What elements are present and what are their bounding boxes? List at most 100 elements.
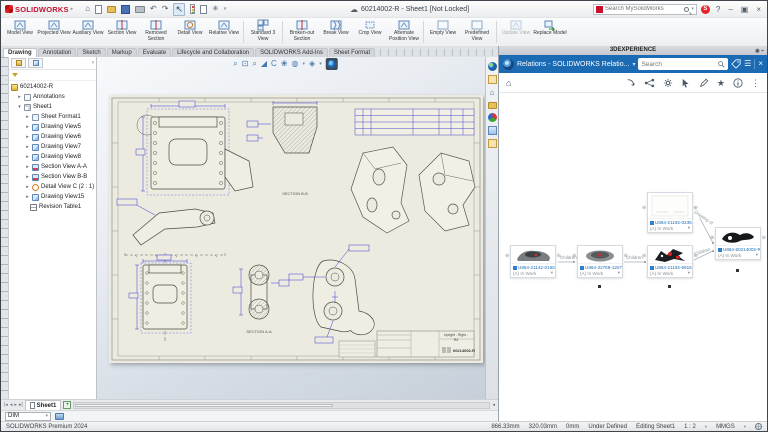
tree-item-annotations[interactable]: ▸Annotations [9,92,96,102]
undo-button[interactable]: ↶ [150,5,157,13]
node-expand-icon[interactable]: ▾ [688,270,690,276]
panel-close-icon[interactable]: × [758,59,763,69]
tree-item-drawing-view6[interactable]: ▸Drawing View6 [9,132,96,142]
relation-node-2[interactable]: ⊕ ⊕ U864-32769-12074 (A) In Work▾ [577,245,623,278]
zoom-to-area-icon[interactable]: ⊡ [242,59,249,69]
propertymanager-tab[interactable] [28,58,43,68]
tree-item-detail-view-c[interactable]: ▸Detail View C (2 : 1) [9,182,96,192]
scrollbar-thumb[interactable] [75,404,332,407]
tree-item-section-view-aa[interactable]: ▸Section View A-A [9,162,96,172]
select-tool-button[interactable]: ↖ [173,3,185,16]
relation-node-3[interactable]: ⊕ ⊕ U864-21192-02356 (A) In Work▾ [647,192,693,233]
display-style-icon[interactable]: ◍ [292,59,299,69]
node-title-row[interactable]: U864-21192-02356 [648,219,692,225]
tab-markup[interactable]: Markup [107,48,137,57]
open-button[interactable] [107,6,116,13]
3ds-compass-icon[interactable] [503,59,514,70]
search-magnifier-icon[interactable] [718,61,725,68]
node-title-row[interactable]: U864-32769-12074 [578,264,622,270]
tab-annotation[interactable]: Annotation [38,48,77,57]
scroll-left-icon[interactable]: ◂ [492,402,495,408]
solidworks-resources-icon[interactable] [488,75,497,84]
options-dropdown-icon[interactable]: ▾ [224,6,227,12]
zoom-to-fit-icon[interactable]: ⌕ [233,59,237,69]
hide-show-items-icon[interactable]: ◈ [309,59,315,69]
replace-model-button[interactable]: Replace Model [533,18,567,46]
3dexperience-tab-icon[interactable] [488,62,497,71]
node-port-left-icon[interactable]: ⊕ [642,205,646,211]
view-palette-icon[interactable] [488,126,497,135]
help-button[interactable]: ? [714,5,722,14]
tree-item-drawing-view5[interactable]: ▸Drawing View5 [9,122,96,132]
logo-menu-arrow-icon[interactable]: ▸ [71,6,74,12]
relations-search-input[interactable] [641,61,716,68]
tag-icon[interactable] [731,59,741,69]
more-options-kebab-icon[interactable]: ⋮ [751,77,760,89]
tree-item-sheet1[interactable]: ▾Sheet1 [9,102,96,112]
design-library-icon[interactable] [488,102,497,109]
graphics-area[interactable]: ⌕ ⊡ ⌕ ◢ C ❀ ◍▾ ◈▾ [97,57,498,399]
hide-show-arrow-icon[interactable]: ▾ [319,61,322,67]
tree-item-drawing-view8[interactable]: ▸Drawing View8 [9,152,96,162]
home-tab-icon[interactable]: ⌂ [488,88,497,97]
tree-item-root[interactable]: 60214002-R [9,82,96,92]
auxiliary-view-button[interactable]: Auxiliary View [71,18,105,46]
status-globe-icon[interactable] [755,423,762,430]
tab-sketch[interactable]: Sketch [77,48,105,57]
tree-item-section-view-bb[interactable]: ▸Section View B-B [9,172,96,182]
units-dropdown-icon[interactable]: ▾ [744,424,746,430]
broken-out-section-button[interactable]: Broken-out Section [285,18,319,46]
node-title-row[interactable]: U864-21142-01605 [511,264,555,270]
redo-button[interactable]: ↷ [162,5,169,13]
minimize-button[interactable]: – [726,5,734,14]
section-view-button[interactable]: Section View [105,18,139,46]
expand-icon[interactable]: ▸ [25,174,30,180]
node-port-left-icon[interactable]: ⊕ [710,235,714,241]
units-selector[interactable]: MMGS [716,424,735,430]
node-port-right-icon[interactable]: ⊕ [694,253,698,259]
collapse-icon[interactable]: ▾ [17,104,22,110]
prev-sheet-button[interactable]: ◂ [10,402,13,408]
tab-lifecycle[interactable]: Lifecycle and Collaboration [172,48,254,57]
select-cursor-icon[interactable] [681,78,691,88]
panel-pin-icon[interactable]: ◉ ⌁ [755,47,764,56]
node-port-left-icon[interactable]: ⊕ [505,253,509,259]
network-share-icon[interactable] [644,78,655,88]
expand-icon[interactable]: ▸ [25,154,30,160]
sheet-tab-sheet1[interactable]: Sheet1 [25,400,62,410]
expand-icon[interactable]: ▸ [25,194,30,200]
section-view-icon[interactable]: ◢ [261,59,267,69]
search-magnifier-icon[interactable] [684,7,689,12]
standard-3-view-button[interactable]: Standard 3 View [246,18,280,46]
expand-icon[interactable]: ▸ [25,124,30,130]
display-style-arrow-icon[interactable]: ▾ [303,61,306,67]
empty-view-button[interactable]: Empty View [426,18,460,46]
model-view-button[interactable]: Model View [3,18,37,46]
settings-gear-icon[interactable] [663,78,673,88]
rebuild-button[interactable] [190,4,195,14]
relation-node-5[interactable]: ⊕ ⊕ U864-60214002-R (A) In Work▾ [715,227,761,260]
info-icon[interactable] [733,78,743,88]
node-expand-icon[interactable]: ▾ [551,270,553,276]
last-sheet-button[interactable]: ▸| [19,402,23,408]
previous-view-icon[interactable]: ⌕ [252,59,256,69]
expand-icon[interactable]: ▸ [25,184,30,190]
node-port-right-icon[interactable]: ⊕ [694,205,698,211]
expand-icon[interactable]: ▸ [25,134,30,140]
sheet-properties-icon[interactable]: ❀ [281,59,288,69]
dim-dropdown[interactable]: DIM▾ [5,412,51,421]
tree-item-drawing-view15[interactable]: ▸Drawing View15 [9,192,96,202]
predefined-view-button[interactable]: Predefined View [460,18,494,46]
node-expand-icon[interactable]: ▾ [688,225,690,231]
user-avatar[interactable]: S [701,5,710,14]
custom-properties-icon[interactable] [488,139,497,148]
tab-drawing[interactable]: Drawing [3,48,37,57]
print-button[interactable] [135,6,145,13]
node-title-row[interactable]: U864-21192-59165 [648,264,692,270]
home-button[interactable]: ⌂ [85,5,90,13]
dimension-palette-icon[interactable] [55,413,64,420]
edit-pencil-icon[interactable] [699,78,709,88]
file-properties-button[interactable] [200,5,207,14]
search-input[interactable] [605,6,682,12]
rotate-view-icon[interactable]: C [271,59,277,69]
